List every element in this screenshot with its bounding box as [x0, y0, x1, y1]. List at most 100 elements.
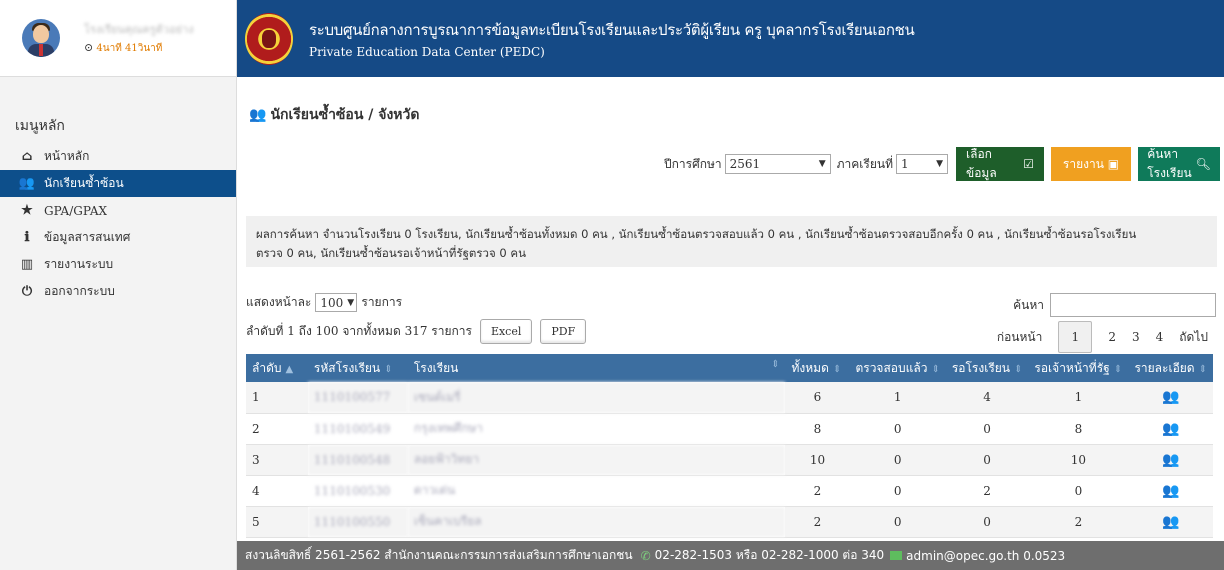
pagination: ก่อนหน้า 1 2 3 4 ถัดไป — [989, 321, 1216, 353]
filter-bar: ปีการศึกษา 2561 ▼ ภาคเรียนที่ 1 ▼ เลือกข้อ… — [664, 147, 1220, 181]
page-length-select[interactable]: 100 ▼ — [315, 293, 358, 312]
report-button-label: รายงาน — [1062, 156, 1104, 171]
pagination-page-1[interactable]: 1 — [1058, 321, 1093, 353]
sidebar-item-home[interactable]: ⌂ หน้าหลัก — [0, 143, 236, 170]
column-header-label: ตรวจสอบแล้ว — [855, 360, 928, 375]
cell-school: กรุงเทพศึกษา — [407, 413, 786, 445]
term-select[interactable]: 1 ▼ — [896, 154, 948, 174]
pagination-next[interactable]: ถัดไป — [1171, 328, 1216, 347]
cell-no: 3 — [246, 444, 308, 476]
info-icon: ℹ — [24, 230, 30, 245]
search-school-button[interactable]: ค้นหาโรงเรียน 🔍︎ — [1138, 147, 1220, 181]
pagination-page-4[interactable]: 4 — [1148, 330, 1172, 344]
cell-checked: 1 — [849, 382, 946, 414]
home-icon: ⌂ — [21, 149, 33, 164]
column-header-label: ลำดับ — [252, 360, 282, 375]
cell-no: 1 — [246, 382, 308, 414]
sort-asc-icon: ▲ — [285, 363, 294, 375]
report-button[interactable]: รายงาน ▣ — [1051, 147, 1131, 181]
column-header-detail[interactable]: รายละเอียด ⇕ — [1128, 354, 1213, 382]
cell-wait-gov: 2 — [1028, 506, 1129, 538]
power-icon: ⏻ — [21, 284, 33, 299]
pdf-button[interactable]: PDF — [540, 319, 587, 344]
users-detail-icon[interactable]: 👥 — [1162, 421, 1179, 437]
cell-total: 8 — [785, 413, 850, 445]
page-length-suffix: รายการ — [361, 295, 403, 309]
table-search: ค้นหา — [1013, 293, 1216, 317]
cell-school: ลอยฟ้าวิทยา — [407, 444, 786, 476]
cell-total: 2 — [785, 475, 850, 507]
header-subtitle: Private Education Data Center (PEDC) — [309, 45, 545, 59]
sort-icon: ⇕ — [832, 363, 842, 375]
column-header-total[interactable]: ทั้งหมด ⇕ — [785, 354, 850, 382]
table-row: 1 1110100577 เซนต์เมรี่ 6 1 4 1 👥 — [246, 382, 1213, 414]
sidebar-item-label: ข้อมูลสารสนเทศ — [44, 230, 131, 244]
mail-icon — [890, 551, 903, 560]
column-header-label: รหัสโรงเรียน — [313, 360, 381, 375]
sidebar-item-label: ออกจากระบบ — [44, 284, 115, 298]
cell-total: 6 — [785, 382, 850, 414]
column-header-label: โรงเรียน — [413, 360, 459, 375]
cell-school-code: 1110100549 — [307, 413, 408, 445]
column-header-wait-gov[interactable]: รอเจ้าหน้าที่รัฐ ⇕ — [1028, 354, 1129, 382]
sidebar-item-information[interactable]: ℹ ข้อมูลสารสนเทศ — [0, 224, 236, 251]
pagination-page-2[interactable]: 2 — [1100, 330, 1124, 344]
sidebar-item-duplicate-students[interactable]: 👥 นักเรียนซ้ำซ้อน — [0, 170, 236, 197]
cell-total: 2 — [785, 506, 850, 538]
users-detail-icon[interactable]: 👥 — [1162, 514, 1179, 530]
column-header-label: รอโรงเรียน — [951, 360, 1011, 375]
column-header-wait-school[interactable]: รอโรงเรียน ⇕ — [945, 354, 1029, 382]
select-data-button[interactable]: เลือกข้อมูล ☑ — [956, 147, 1044, 181]
excel-button[interactable]: Excel — [479, 319, 533, 344]
table-row: 4 1110100530 ดาวเด่น 2 0 2 0 👥 — [246, 475, 1213, 507]
footer-copyright: สงวนลิขสิทธิ์ 2561-2562 สำนักงานคณะกรรมก… — [245, 548, 633, 562]
chevron-down-icon: ▼ — [936, 159, 943, 169]
cell-checked: 0 — [849, 475, 946, 507]
page-length-value: 100 — [320, 295, 344, 310]
cell-wait-gov: 1 — [1028, 382, 1129, 414]
sidebar-item-label: GPA/GPAX — [44, 203, 108, 218]
sidebar-item-gpa[interactable]: ★ GPA/GPAX — [0, 197, 236, 224]
search-summary: ผลการค้นหา จำนวนโรงเรียน 0 โรงเรียน, นัก… — [246, 216, 1217, 267]
column-header-checked[interactable]: ตรวจสอบแล้ว ⇕ — [849, 354, 946, 382]
summary-line-2: ตรวจ 0 คน, นักเรียนซ้ำซ้อนรอเจ้าหน้าที่ร… — [256, 246, 526, 260]
calendar-check-icon: ☑ — [1023, 157, 1034, 171]
sort-icon: ⇕ — [1113, 363, 1123, 375]
year-label: ปีการศึกษา — [664, 156, 722, 171]
users-detail-icon[interactable]: 👥 — [1162, 389, 1179, 405]
sort-icon: ⇕ — [1014, 363, 1023, 375]
year-select[interactable]: 2561 ▼ — [724, 154, 831, 174]
sidebar-item-label: นักเรียนซ้ำซ้อน — [44, 176, 124, 190]
users-icon: 👥 — [249, 107, 267, 123]
users-detail-icon[interactable]: 👥 — [1162, 483, 1179, 499]
footer-email: admin@opec.go.th 0.0523 — [906, 548, 1066, 563]
sidebar-item-reports[interactable]: ▥ รายงานระบบ — [0, 251, 236, 278]
column-header-no[interactable]: ลำดับ ▲ — [246, 354, 308, 382]
footer: สงวนลิขสิทธิ์ 2561-2562 สำนักงานคณะกรรมก… — [237, 541, 1224, 570]
session-timer-text: 4นาที 41วินาที — [96, 43, 163, 54]
table-row: 3 1110100548 ลอยฟ้าวิทยา 10 0 0 10 👥 — [246, 444, 1213, 476]
logo — [245, 11, 293, 67]
cell-wait-gov: 10 — [1028, 444, 1129, 476]
search-input[interactable] — [1050, 293, 1216, 317]
clock-icon: ⊙ — [84, 41, 94, 54]
sidebar-item-logout[interactable]: ⏻ ออกจากระบบ — [0, 278, 236, 305]
users-detail-icon[interactable]: 👥 — [1162, 452, 1179, 468]
search-icon: 🔍︎ — [1195, 157, 1211, 171]
sort-icon: ⇕ — [384, 363, 393, 375]
pagination-prev[interactable]: ก่อนหน้า — [989, 328, 1051, 347]
pagination-page-3[interactable]: 3 — [1124, 330, 1148, 344]
cell-wait-gov: 0 — [1028, 475, 1129, 507]
menu-title: เมนูหลัก — [15, 118, 65, 134]
cell-wait-gov: 8 — [1028, 413, 1129, 445]
main-content: 👥 นักเรียนซ้ำซ้อน / จังหวัด ปีการศึกษา 25… — [237, 77, 1224, 541]
search-label: ค้นหา — [1013, 297, 1044, 312]
column-header-school-code[interactable]: รหัสโรงเรียน ⇕ — [307, 354, 408, 382]
column-header-school[interactable]: โรงเรียน ⇕ — [407, 354, 786, 382]
cell-checked: 0 — [849, 506, 946, 538]
cell-wait-school: 4 — [945, 382, 1029, 414]
cell-no: 4 — [246, 475, 308, 507]
sort-icon: ⇕ — [1198, 363, 1207, 375]
sidebar: โรงเรียนคุณครูตัวอย่าง ⊙ 4นาที 41วินาที … — [0, 0, 237, 570]
footer-phone: 02-282-1503 หรือ 02-282-1000 ต่อ 340 — [654, 548, 885, 562]
